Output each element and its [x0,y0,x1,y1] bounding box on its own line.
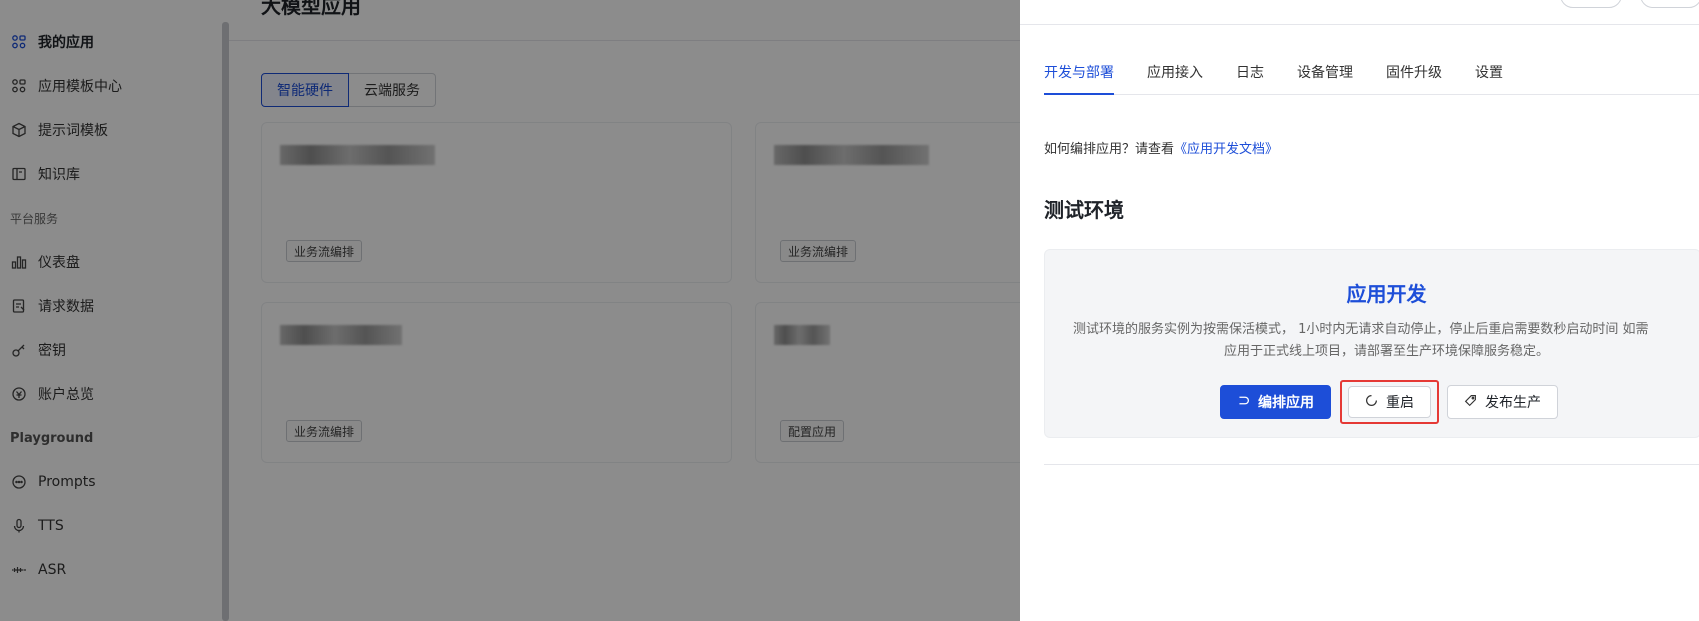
restart-highlight: 重启 [1340,380,1439,424]
env-panel-description-line1: 测试环境的服务实例为按需保活模式， 1小时内无请求自动停止，停止后重启需要数秒启… [1073,322,1649,337]
test-env-panel: 应用开发 测试环境的服务实例为按需保活模式， 1小时内无请求自动停止，停止后重启… [1044,249,1699,438]
arrange-app-label: 编排应用 [1258,395,1314,411]
arrange-app-button[interactable]: 编排应用 [1220,385,1331,419]
tab-app-access[interactable]: 应用接入 [1147,50,1203,94]
drawer-header-button[interactable] [1640,0,1699,8]
dev-doc-hint: 如何编排应用？请查看《应用开发文档》 [1044,138,1278,157]
test-env-title: 测试环境 [1044,198,1124,222]
drawer-tabs: 开发与部署 应用接入 日志 设备管理 固件升级 设置 [1044,50,1699,95]
app-detail-drawer: 开发与部署 应用接入 日志 设备管理 固件升级 设置 如何编排应用？请查看《应用… [1020,0,1699,621]
tab-firmware-upgrade[interactable]: 固件升级 [1386,50,1442,94]
app-root: 我的应用 应用模板中心 提示词模板 知识库 平台服务 仪表盘 请求数据 密钥 账… [0,0,1699,621]
restart-label: 重启 [1386,395,1414,411]
publish-production-label: 发布生产 [1485,395,1541,411]
loading-spinner-icon [1365,394,1378,411]
section-divider [1044,464,1699,465]
dev-doc-link[interactable]: 《应用开发文档》 [1174,142,1278,157]
tab-settings[interactable]: 设置 [1475,50,1503,94]
dev-doc-hint-text: 如何编排应用？请查看 [1044,142,1175,157]
restart-button[interactable]: 重启 [1348,386,1431,418]
drawer-header-button[interactable] [1560,0,1622,8]
modal-overlay[interactable] [0,0,1020,621]
env-panel-description-line2: 应用于正式线上项目，请部署至生产环境保障服务稳定。 [1223,344,1549,359]
tab-logs[interactable]: 日志 [1236,50,1264,94]
arrange-icon [1237,394,1250,411]
publish-production-button[interactable]: 发布生产 [1447,385,1558,419]
drawer-header [1020,0,1699,25]
rocket-icon [1464,394,1477,411]
tab-develop-deploy[interactable]: 开发与部署 [1044,50,1114,95]
env-actions: 编排应用 重启 发布生产 [1220,380,1558,424]
env-panel-title: 应用开发 [1346,282,1427,306]
tab-device-management[interactable]: 设备管理 [1297,50,1353,94]
